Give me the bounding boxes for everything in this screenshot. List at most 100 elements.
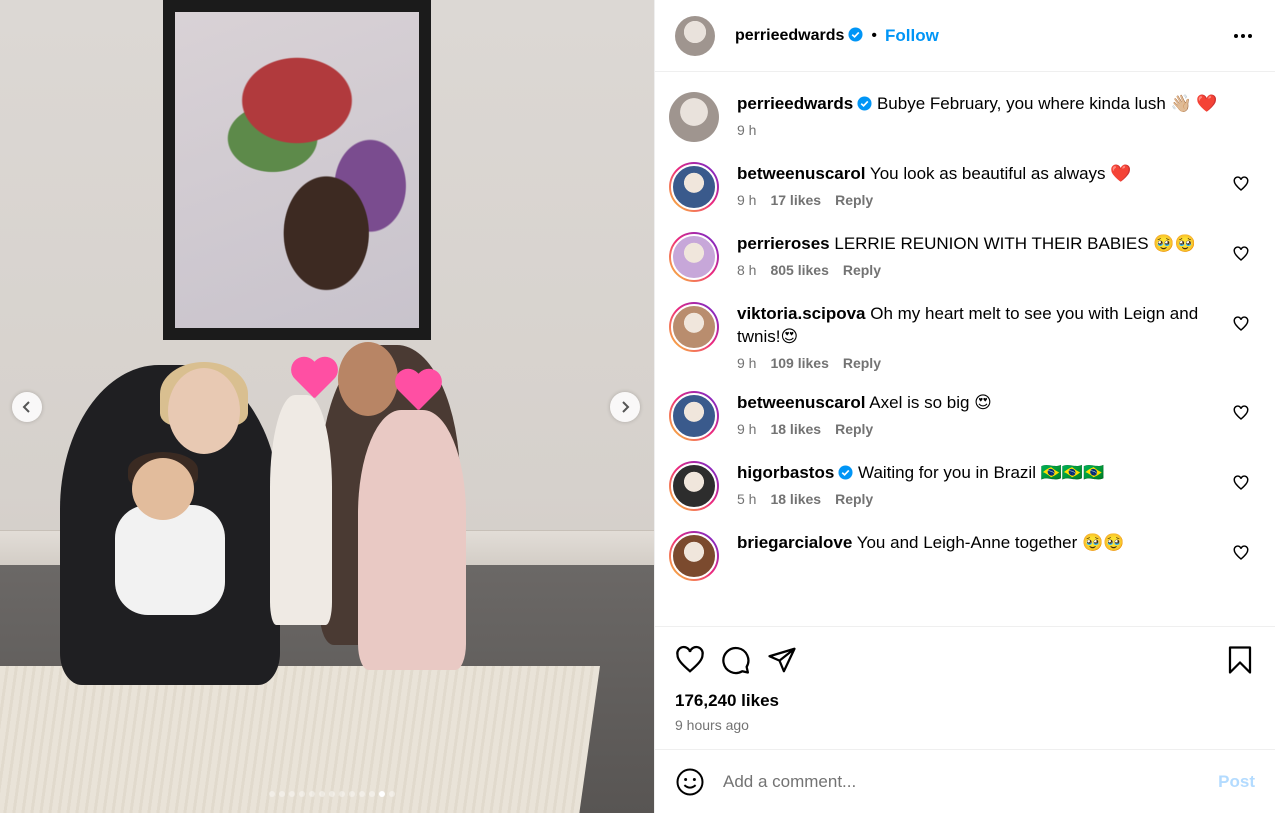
like-heart-icon[interactable] (675, 645, 705, 675)
girl-left (270, 395, 332, 625)
reply-button[interactable]: Reply (835, 491, 873, 507)
comment-like-heart-icon[interactable] (1233, 405, 1249, 421)
post-comment-button[interactable]: Post (1218, 772, 1255, 792)
comment-like-heart-icon[interactable] (1233, 545, 1249, 561)
comment-like-heart-icon[interactable] (1233, 246, 1249, 262)
comment-likes[interactable]: 17 likes (770, 192, 821, 208)
more-options-button[interactable] (1231, 24, 1255, 48)
carousel-dot (289, 791, 295, 797)
author-username[interactable]: perrieedwards (735, 27, 863, 45)
comment-text: briegarcialove You and Leigh-Anne togeth… (737, 531, 1221, 554)
comment-like-heart-icon[interactable] (1233, 176, 1249, 192)
comment-time: 9 h (737, 355, 757, 371)
save-bookmark-icon[interactable] (1225, 645, 1255, 675)
commenter-avatar[interactable] (669, 461, 719, 511)
comment-time: 9 h (737, 421, 757, 437)
post-timestamp[interactable]: 9 hours ago (675, 717, 1255, 733)
woman-dark-hair-face (338, 342, 398, 416)
verified-badge-icon (848, 26, 863, 42)
post-actions: 176,240 likes 9 hours ago (655, 626, 1275, 733)
comment-like-heart-icon[interactable] (1233, 316, 1249, 332)
caption-avatar[interactable] (669, 92, 719, 142)
comment-like-heart-icon[interactable] (1233, 475, 1249, 491)
previous-slide-button[interactable] (12, 392, 42, 422)
comment-text: betweenuscarol Axel is so big 😍 (737, 391, 1221, 414)
commenter-username[interactable]: briegarcialove (737, 533, 852, 552)
carousel-dot (319, 791, 325, 797)
caption-row: perrieedwards Bubye February, you where … (669, 92, 1255, 142)
commenter-avatar[interactable] (669, 391, 719, 441)
commenter-avatar[interactable] (669, 302, 719, 352)
caption-time: 9 h (737, 122, 757, 138)
reply-button[interactable]: Reply (835, 421, 873, 437)
reply-button[interactable]: Reply (843, 355, 881, 371)
follow-button[interactable]: Follow (885, 26, 939, 46)
carousel-dot (299, 791, 305, 797)
verified-badge-icon (838, 465, 853, 480)
comment-text: betweenuscarol You look as beautiful as … (737, 162, 1221, 185)
comment-body: Axel is so big 😍 (869, 393, 992, 412)
comment-likes[interactable]: 18 likes (770, 491, 821, 507)
comment-body: You look as beautiful as always ❤️ (869, 164, 1132, 183)
verified-badge-icon (857, 96, 872, 111)
carousel-dot (279, 791, 285, 797)
header-separator: • (871, 26, 877, 44)
painting (175, 12, 419, 328)
commenter-avatar[interactable] (669, 531, 719, 581)
woman-blonde-face (168, 368, 240, 454)
comment-row: briegarcialove You and Leigh-Anne togeth… (669, 531, 1255, 581)
carousel-dot (389, 791, 395, 797)
commenter-avatar[interactable] (669, 232, 719, 282)
boy (115, 505, 225, 615)
commenter-username[interactable]: viktoria.scipova (737, 304, 866, 323)
add-comment-bar: Post (655, 749, 1275, 813)
carousel-dot (349, 791, 355, 797)
comment-likes[interactable]: 109 likes (770, 355, 828, 371)
next-slide-button[interactable] (610, 392, 640, 422)
post-media[interactable] (0, 0, 654, 813)
comment-icon[interactable] (721, 645, 751, 675)
heart-emoji-sticker (393, 370, 443, 416)
carousel-dot (309, 791, 315, 797)
post-panel: perrieedwards • Follow perrieedwards Bub… (654, 0, 1275, 813)
comment-likes[interactable]: 18 likes (770, 421, 821, 437)
comment-body: Waiting for you in Brazil 🇧🇷🇧🇷🇧🇷 (858, 463, 1105, 482)
commenter-avatar[interactable] (669, 162, 719, 212)
comments-list[interactable]: perrieedwards Bubye February, you where … (655, 72, 1275, 626)
comment-body: You and Leigh-Anne together 🥹🥹 (856, 533, 1125, 552)
carousel-dot (269, 791, 275, 797)
comment-body: LERRIE REUNION WITH THEIR BABIES 🥹🥹 (834, 234, 1196, 253)
carousel-dot (329, 791, 335, 797)
commenter-username[interactable]: betweenuscarol (737, 164, 866, 183)
comment-text: higorbastos Waiting for you in Brazil 🇧🇷… (737, 461, 1221, 484)
comment-likes[interactable]: 805 likes (770, 262, 828, 278)
painting-frame (163, 0, 431, 340)
emoji-icon[interactable] (675, 767, 705, 797)
post-header: perrieedwards • Follow (655, 0, 1275, 72)
more-icon (1234, 33, 1252, 38)
comment-row: higorbastos Waiting for you in Brazil 🇧🇷… (669, 461, 1255, 511)
comment-row: betweenuscarol Axel is so big 😍 9 h 18 lik… (669, 391, 1255, 441)
commenter-username[interactable]: perrieroses (737, 234, 830, 253)
comment-input[interactable] (723, 771, 1219, 792)
reply-button[interactable]: Reply (835, 192, 873, 208)
comment-row: betweenuscarol You look as beautiful as … (669, 162, 1255, 212)
comment-time: 9 h (737, 192, 757, 208)
likes-count[interactable]: 176,240 likes (675, 691, 1255, 711)
comment-row: perrieroses LERRIE REUNION WITH THEIR BA… (669, 232, 1255, 282)
carousel-dot (359, 791, 365, 797)
girl-right (358, 410, 466, 670)
reply-button[interactable]: Reply (843, 262, 881, 278)
carousel-dot (339, 791, 345, 797)
caption-username[interactable]: perrieedwards (737, 94, 853, 113)
share-icon[interactable] (767, 645, 797, 675)
comment-time: 5 h (737, 491, 757, 507)
carousel-dot (369, 791, 375, 797)
caption-text: perrieedwards Bubye February, you where … (737, 92, 1221, 115)
commenter-username[interactable]: higorbastos (737, 463, 834, 482)
carousel-indicator (0, 791, 654, 797)
comment-row: viktoria.scipova Oh my heart melt to see… (669, 302, 1255, 371)
comment-time: 8 h (737, 262, 757, 278)
author-avatar[interactable] (675, 15, 715, 56)
commenter-username[interactable]: betweenuscarol (737, 393, 866, 412)
